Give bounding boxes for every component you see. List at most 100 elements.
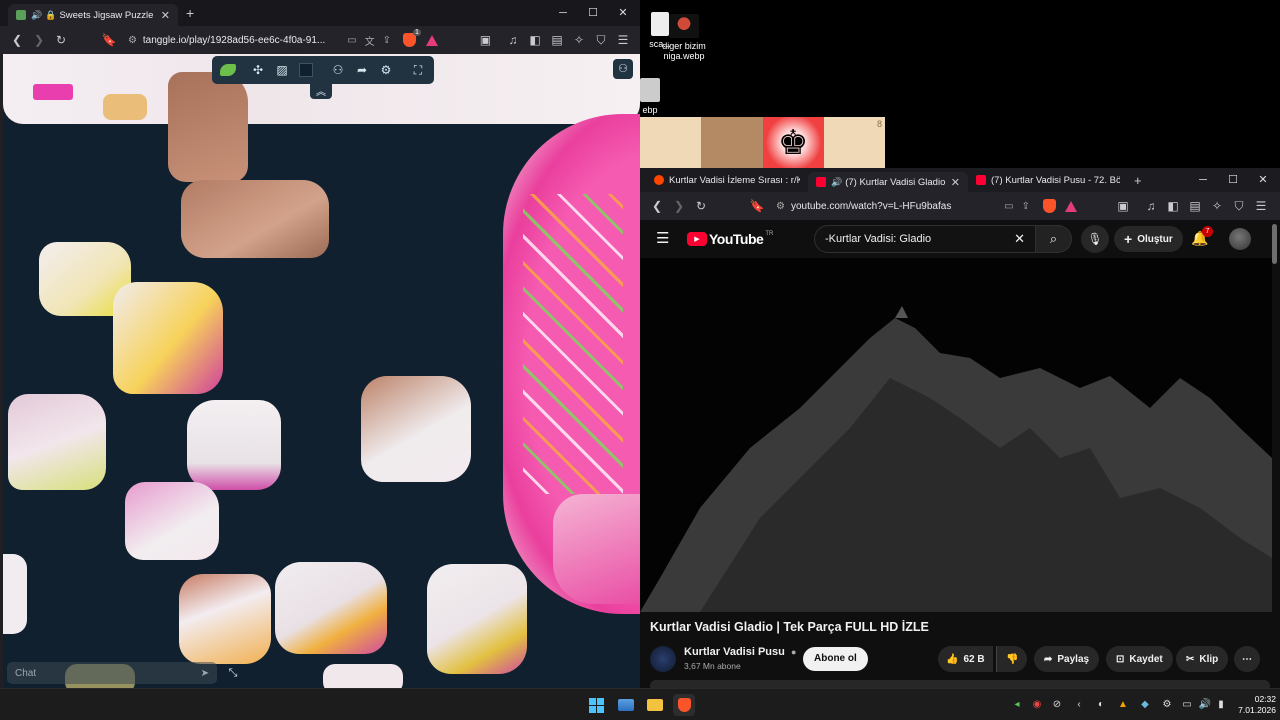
close-tab-icon[interactable]: ✕ [945, 176, 960, 189]
video-player[interactable] [640, 258, 1272, 612]
brave-shields-icon[interactable] [1038, 195, 1060, 217]
tab-pusu[interactable]: (7) Kurtlar Vadisi Pusu - 72. Bölüm FU..… [968, 168, 1128, 192]
settings-icon[interactable]: ⚙ [375, 59, 397, 81]
clip-button[interactable]: ✂ Klip [1176, 646, 1229, 672]
back-icon[interactable]: ❮ [646, 195, 668, 217]
tanggle-logo-icon[interactable] [217, 59, 239, 81]
puzzle-piece[interactable] [179, 574, 271, 664]
chat-input[interactable]: Chat ➤ [7, 662, 217, 684]
share-page-icon[interactable]: ⇪ [1022, 201, 1030, 212]
network-icon[interactable]: ▭ [1180, 698, 1194, 712]
minimize-button[interactable]: ─ [1188, 168, 1218, 192]
puzzle-piece[interactable] [113, 282, 223, 394]
tray-chevron-icon[interactable]: ◂ [1010, 698, 1024, 712]
channel-avatar[interactable] [650, 646, 676, 672]
puzzle-canvas[interactable] [3, 54, 640, 688]
share-icon[interactable]: ➦ [351, 59, 373, 81]
youtube-logo[interactable]: ▶ YouTube TR [687, 231, 773, 247]
tab-gladio[interactable]: 🔊 (7) Kurtlar Vadisi Gladio | Tek ... ✕ [808, 172, 968, 192]
cast-icon[interactable]: ▭ [1004, 201, 1013, 212]
reload-icon[interactable]: ↻ [690, 195, 712, 217]
address-bar[interactable]: ⚙ tanggle.io/play/1928ad56-ee6c-4f0a-91.… [120, 29, 399, 51]
battery-icon[interactable]: ▮ [1214, 698, 1228, 712]
description-box[interactable] [650, 680, 1270, 688]
address-bar[interactable]: ⚙ youtube.com/watch?v=L-HFu9bafas ▭ ⇪ [768, 195, 1038, 217]
minimize-button[interactable]: ─ [548, 0, 578, 26]
sidebar-icon[interactable]: ◧ [524, 29, 546, 51]
bookmark-icon[interactable]: 🔖 [98, 29, 120, 51]
leo-ai-icon[interactable]: ✧ [1206, 195, 1228, 217]
fullscreen-icon[interactable]: ⛶ [407, 59, 429, 81]
menu-icon[interactable]: ☰ [1250, 195, 1272, 217]
close-window-button[interactable]: ✕ [608, 0, 638, 26]
avatar[interactable] [1229, 228, 1251, 250]
close-window-button[interactable]: ✕ [1248, 168, 1278, 192]
share-page-icon[interactable]: ⇪ [383, 35, 391, 46]
subscribe-button[interactable]: Abone ol [803, 647, 868, 671]
puzzle-piece[interactable] [361, 376, 471, 482]
clear-search-icon[interactable]: ✕ [1014, 231, 1025, 247]
puzzle-piece[interactable] [427, 564, 527, 674]
puzzle-piece[interactable] [125, 482, 219, 560]
new-tab-button[interactable]: + [186, 5, 194, 21]
save-button[interactable]: ⊡ Kaydet [1106, 646, 1173, 672]
like-button[interactable]: 👍 62 B [938, 646, 993, 672]
wallet-icon[interactable]: ▤ [546, 29, 568, 51]
voice-search-icon[interactable]: 🎙 [1081, 225, 1109, 253]
brave-rewards-icon[interactable] [1060, 195, 1082, 217]
more-actions-button[interactable]: ⋯ [1234, 646, 1260, 672]
brave-rewards-icon[interactable] [421, 29, 443, 51]
puzzle-piece[interactable] [323, 664, 403, 688]
vpn-icon[interactable]: ⛉ [590, 29, 612, 51]
puzzle-piece[interactable] [8, 394, 106, 490]
vpn-icon[interactable]: ⛉ [1228, 195, 1250, 217]
puzzle-piece[interactable] [275, 562, 387, 654]
tray-app-icon[interactable]: ◉ [1030, 698, 1044, 712]
forward-icon[interactable]: ❯ [28, 29, 50, 51]
channel-name-row[interactable]: Kurtlar Vadisi Pusu ● [684, 646, 796, 658]
players-panel-icon[interactable]: ⚇ [613, 59, 633, 79]
menu-icon[interactable]: ☰ [612, 29, 634, 51]
tray-app-icon[interactable]: ⊘ [1050, 698, 1064, 712]
search-input[interactable]: -Kurtlar Vadisi: Gladio ✕ [814, 225, 1036, 253]
back-icon[interactable]: ❮ [6, 29, 28, 51]
close-tab-icon[interactable]: ✕ [155, 9, 170, 22]
puzzle-piece-chocolate-bar[interactable] [181, 180, 329, 258]
task-view-icon[interactable] [615, 694, 637, 716]
bookmark-icon[interactable]: 🔖 [746, 195, 768, 217]
collapse-toolbar-icon[interactable]: ︽ [310, 83, 332, 99]
puzzle-piece[interactable] [3, 554, 27, 634]
background-color-swatch[interactable] [295, 59, 317, 81]
tray-app-icon[interactable]: ▲ [1116, 698, 1130, 712]
clock[interactable]: 02:32 7.01.2026 [1236, 694, 1276, 716]
media-icon[interactable]: ♫ [502, 29, 524, 51]
puzzle-icon[interactable]: ✣ [247, 59, 269, 81]
puzzle-piece-chocolate[interactable] [168, 72, 248, 182]
tray-app-icon[interactable]: ‹ [1072, 698, 1086, 712]
media-icon[interactable]: ♫ [1140, 195, 1162, 217]
desktop-icon-image[interactable]: diger bizim niga.webp [654, 14, 714, 61]
start-button[interactable] [585, 694, 607, 716]
maximize-button[interactable]: ☐ [1218, 168, 1248, 192]
cast-icon[interactable]: ▭ [347, 35, 356, 46]
send-icon[interactable]: ➤ [201, 668, 209, 679]
image-icon[interactable]: ▨ [271, 59, 293, 81]
puzzle-piece[interactable] [187, 400, 281, 490]
tab-sweets-jigsaw[interactable]: 🔊 🔒 Sweets Jigsaw Puzzle ✕ [8, 4, 178, 26]
dislike-button[interactable]: 👎 [996, 646, 1028, 672]
wallet-icon[interactable]: ▤ [1184, 195, 1206, 217]
sidebar-icon[interactable]: ◧ [1162, 195, 1184, 217]
brave-shields-icon[interactable]: 1 [399, 29, 421, 51]
share-button[interactable]: ➦ Paylaş [1034, 646, 1100, 672]
volume-icon[interactable]: 🔊 [1198, 698, 1212, 712]
reader-icon[interactable]: ▣ [474, 29, 496, 51]
translate-icon[interactable]: 文 [365, 33, 375, 48]
tray-app-icon[interactable]: ⚙ [1160, 698, 1174, 712]
hamburger-menu-icon[interactable]: ☰ [656, 229, 669, 247]
search-button[interactable]: ⌕ [1036, 225, 1072, 253]
leo-ai-icon[interactable]: ✧ [568, 29, 590, 51]
create-button[interactable]: + Oluştur [1114, 226, 1183, 252]
chess-board-window[interactable]: ♚ 8 [640, 117, 885, 168]
brave-taskbar-icon[interactable] [673, 694, 695, 716]
file-explorer-icon[interactable] [644, 694, 666, 716]
